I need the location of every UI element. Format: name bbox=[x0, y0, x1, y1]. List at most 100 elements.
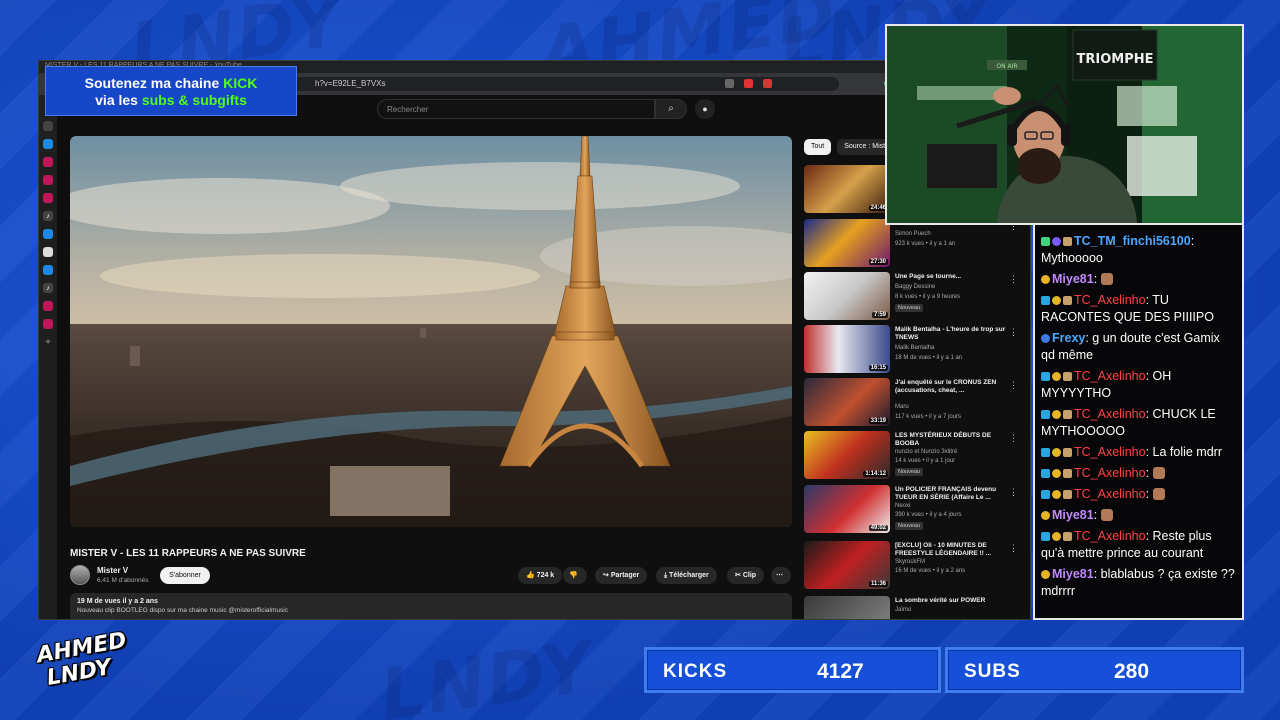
video-thumbnail[interactable]: 11:36 bbox=[804, 541, 890, 589]
search-input[interactable]: Rechercher bbox=[377, 99, 655, 119]
recommendation-channel[interactable]: Neoxi bbox=[895, 503, 910, 509]
recommended-video[interactable]: 11:36 [EXCLU] Oli - 10 MINUTES DE FREEST… bbox=[804, 541, 1030, 591]
channel-avatar[interactable] bbox=[70, 565, 90, 585]
sidebar-youtube-icon[interactable] bbox=[43, 193, 53, 203]
recommendation-channel[interactable]: SkyrockFM bbox=[895, 559, 925, 565]
video-thumbnail[interactable]: 24:46 bbox=[804, 165, 890, 213]
subs-counter: SUBS 280 bbox=[945, 647, 1244, 693]
download-button[interactable]: ⤓ Télécharger bbox=[656, 567, 717, 584]
voice-search-button[interactable]: ● bbox=[695, 99, 715, 119]
sidebar-app-icon[interactable] bbox=[43, 229, 53, 239]
search-button[interactable]: ⌕ bbox=[655, 99, 687, 119]
moderator-badge-icon bbox=[1041, 410, 1050, 419]
subscribe-button[interactable]: S'abonner bbox=[160, 567, 210, 584]
adblock-icon[interactable] bbox=[763, 79, 772, 88]
chat-username[interactable]: TC_Axelinho bbox=[1074, 369, 1146, 383]
more-actions-button[interactable]: ⋯ bbox=[771, 567, 791, 584]
chat-text: : bbox=[1093, 508, 1101, 522]
video-thumbnail[interactable]: 1:14:12 bbox=[804, 431, 890, 479]
recommendation-title[interactable]: Un POLICIER FRANÇAIS devenu TUEUR EN SÉR… bbox=[895, 486, 1007, 502]
sidebar-add-icon[interactable]: + bbox=[43, 337, 53, 348]
recommendation-channel[interactable]: Baggy Dessine bbox=[895, 284, 935, 290]
video-thumbnail[interactable]: 7:59 bbox=[804, 272, 890, 320]
more-vert-icon[interactable]: ⋮ bbox=[1009, 543, 1018, 554]
chat-message: Frexy: g un doute c'est Gamix qd même bbox=[1041, 330, 1237, 364]
recommendation-channel[interactable]: Malik Bentalha bbox=[895, 345, 934, 351]
recommendation-title[interactable]: LES MYSTÉRIEUX DÉBUTS DE BOOBA bbox=[895, 432, 1007, 448]
subscriber-badge-icon bbox=[1063, 448, 1072, 457]
sidebar-app-icon[interactable] bbox=[43, 139, 53, 149]
recommended-video[interactable]: 33:19 J'ai enquêté sur le CRONUS ZEN (ac… bbox=[804, 378, 1030, 428]
sidebar-youtube-icon[interactable] bbox=[43, 319, 53, 329]
recommendation-title[interactable]: Une Page se tourne... bbox=[895, 273, 1007, 281]
sidebar-tiktok-icon[interactable]: ♪ bbox=[43, 211, 53, 221]
recommendation-title[interactable]: [EXCLU] Oli - 10 MINUTES DE FREESTYLE LÉ… bbox=[895, 542, 1007, 558]
video-description[interactable]: 19 M de vues il y a 2 ans Nouveau clip B… bbox=[70, 593, 792, 619]
dislike-button[interactable]: 👎 bbox=[563, 567, 587, 584]
extension-icon[interactable] bbox=[744, 79, 753, 88]
chat-username[interactable]: TC_Axelinho bbox=[1074, 407, 1146, 421]
sidebar-youtube-icon[interactable] bbox=[43, 157, 53, 167]
sidebar-app-icon[interactable] bbox=[43, 265, 53, 275]
recommended-video[interactable]: 16:15 Malik Bentalha - L'heure de trop s… bbox=[804, 325, 1030, 375]
like-button[interactable]: 👍 724 k bbox=[518, 567, 563, 584]
recommendation-title[interactable]: J'ai enquêté sur le CRONUS ZEN (accusati… bbox=[895, 379, 1007, 395]
recommendation-meta: 117 k vues • il y a 7 jours bbox=[895, 414, 962, 420]
recommendation-channel[interactable]: Jaïmo bbox=[895, 607, 911, 613]
badge-icon bbox=[1052, 410, 1061, 419]
chat-text: : La folie mdrr bbox=[1145, 445, 1222, 459]
moderator-badge-icon bbox=[1041, 490, 1050, 499]
thumbs-down-icon: 👎 bbox=[569, 572, 578, 579]
sidebar-youtube-icon[interactable] bbox=[43, 301, 53, 311]
chat-username[interactable]: TC_Axelinho bbox=[1074, 445, 1146, 459]
video-thumbnail[interactable]: 49:02 bbox=[804, 485, 890, 533]
screen-icon[interactable] bbox=[725, 79, 734, 88]
chat-username[interactable]: Miye81 bbox=[1052, 567, 1094, 581]
recommended-video[interactable]: 27:30 Simon Puech 923 k vues • il y a 1 … bbox=[804, 219, 1030, 269]
chat-username[interactable]: TC_Axelinho bbox=[1074, 529, 1146, 543]
recommendation-channel[interactable]: Maru bbox=[895, 404, 909, 410]
more-vert-icon[interactable]: ⋮ bbox=[1009, 274, 1018, 285]
recommended-video[interactable]: 7:59 Une Page se tourne... Baggy Dessine… bbox=[804, 272, 1030, 322]
more-vert-icon[interactable]: ⋮ bbox=[1009, 433, 1018, 444]
more-vert-icon[interactable]: ⋮ bbox=[1009, 327, 1018, 338]
recommended-video[interactable]: 49:02 Un POLICIER FRANÇAIS devenu TUEUR … bbox=[804, 485, 1030, 535]
chat-username[interactable]: TC_Axelinho bbox=[1074, 466, 1146, 480]
sidebar-youtube-icon[interactable] bbox=[43, 175, 53, 185]
channel-name[interactable]: Mister V bbox=[97, 566, 128, 575]
recommendation-title[interactable]: Malik Bentalha - L'heure de trop sur TNE… bbox=[895, 326, 1007, 342]
banner-text: Soutenez ma chaine bbox=[84, 75, 224, 91]
duration-badge: 33:19 bbox=[868, 418, 888, 424]
clip-button[interactable]: ✂ Clip bbox=[727, 567, 765, 584]
chat-text: : bbox=[1093, 272, 1101, 286]
recommended-video[interactable]: La sombre vérité sur POWER Jaïmo bbox=[804, 596, 1030, 619]
recommended-video[interactable]: 1:14:12 LES MYSTÉRIEUX DÉBUTS DE BOOBA n… bbox=[804, 431, 1030, 481]
video-thumbnail[interactable]: 27:30 bbox=[804, 219, 890, 267]
chip-all[interactable]: Tout bbox=[804, 139, 832, 155]
share-button[interactable]: ↪ Partager bbox=[595, 567, 648, 584]
video-thumbnail[interactable] bbox=[804, 596, 890, 619]
kick-logo-text: KICK bbox=[223, 75, 258, 91]
video-thumbnail[interactable]: 33:19 bbox=[804, 378, 890, 426]
new-badge: Nouveau bbox=[895, 468, 924, 476]
more-vert-icon[interactable]: ⋮ bbox=[1009, 487, 1018, 498]
chat-username[interactable]: TC_TM_finchi56100 bbox=[1074, 234, 1191, 248]
video-player[interactable] bbox=[70, 136, 792, 527]
sidebar-tiktok-icon[interactable]: ♪ bbox=[43, 283, 53, 293]
like-count: 724 k bbox=[536, 572, 555, 579]
chat-username[interactable]: Frexy bbox=[1052, 331, 1085, 345]
recommendation-title[interactable]: La sombre vérité sur POWER bbox=[895, 597, 1007, 605]
sidebar-app-icon[interactable] bbox=[43, 121, 53, 131]
badge-icon bbox=[1041, 237, 1050, 246]
more-vert-icon[interactable]: ⋮ bbox=[1009, 380, 1018, 391]
chat-username[interactable]: TC_Axelinho bbox=[1074, 293, 1146, 307]
video-thumbnail[interactable]: 16:15 bbox=[804, 325, 890, 373]
chat-username[interactable]: TC_Axelinho bbox=[1074, 487, 1146, 501]
recommendation-channel[interactable]: nunzio et Nunzio 3xlitré bbox=[895, 449, 957, 455]
on-air-sign-text: ON AIR bbox=[996, 63, 1017, 70]
chat-username[interactable]: Miye81 bbox=[1052, 508, 1094, 522]
recommendation-channel[interactable]: Simon Puech bbox=[895, 231, 931, 237]
subscriber-badge-icon bbox=[1063, 237, 1072, 246]
chat-username[interactable]: Miye81 bbox=[1052, 272, 1094, 286]
sidebar-chrome-icon[interactable] bbox=[43, 247, 53, 257]
